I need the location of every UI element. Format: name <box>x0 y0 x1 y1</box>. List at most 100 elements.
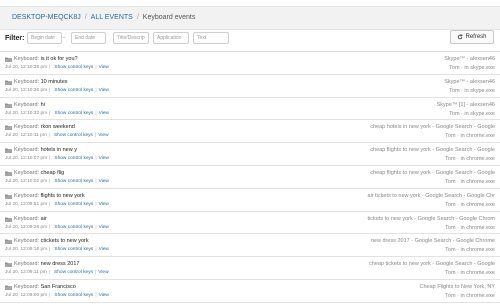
event-meta: Jul 20, 12:10:32 pm | Show control keys | Vi… <box>5 111 109 116</box>
view-link[interactable]: View <box>98 133 108 138</box>
typed-text: cheap flig <box>40 169 65 176</box>
keyboard-prefix: Keyboard: <box>14 56 40 62</box>
meta-separator: | <box>48 270 51 276</box>
keyboard-entry: Keyboard: rkon weekend <box>14 124 75 130</box>
typed-text: is it ok for you? <box>40 56 78 62</box>
event-meta: Jul 20, 12:10:11 pm | Show control keys | Vi… <box>5 133 109 138</box>
show-control-keys-link[interactable]: Show control keys <box>54 156 93 161</box>
typed-text: flights to new york <box>40 192 85 199</box>
show-control-keys-link[interactable]: Show control keys <box>54 202 93 207</box>
event-row: Keyboard: rkon weekend Jul 20, 12:10:11 p… <box>0 120 500 144</box>
show-control-keys-link[interactable]: Show control keys <box>54 225 93 230</box>
event-meta: Jul 20, 12:06:00 pm | Show control keys | Vi… <box>5 293 109 298</box>
keyboard-prefix: Keyboard: <box>14 261 40 268</box>
event-time: Jul 20, 12:10:38 pm <box>5 65 48 70</box>
view-link[interactable]: View <box>99 111 109 116</box>
event-time: Jul 20, 12:10:02 pm <box>5 178 48 184</box>
window-title: Cheap Flights to New York, NY <box>419 283 495 290</box>
show-control-keys-link[interactable]: Show control keys <box>54 179 93 184</box>
process-name: Tom · in chrome.exe <box>445 133 495 140</box>
refresh-icon <box>458 34 464 40</box>
meta-separator: | <box>95 87 97 93</box>
event-list: Keyboard: is it ok for you? Jul 20, 12:10… <box>0 52 500 303</box>
meta-separator: | <box>95 156 97 162</box>
folder-icon <box>5 285 12 290</box>
application-input[interactable] <box>153 32 189 44</box>
view-link[interactable]: View <box>99 65 109 70</box>
date-range-dash: - <box>63 35 65 41</box>
begin-date-input[interactable] <box>27 32 62 44</box>
view-link[interactable]: View <box>99 225 109 230</box>
typed-text: air <box>40 215 47 222</box>
meta-separator: | <box>49 224 51 230</box>
folder-icon <box>5 125 12 131</box>
folder-icon <box>5 57 12 62</box>
event-row: Keyboard: hi Jul 20, 12:10:32 pm | Show con… <box>0 98 500 121</box>
folder-icon <box>5 194 12 199</box>
view-link[interactable]: View <box>99 293 109 298</box>
show-control-keys-link[interactable]: Show control keys <box>54 88 93 93</box>
process-name: Tom · in chrome.exe <box>445 270 495 277</box>
meta-separator: | <box>95 201 97 207</box>
keyboard-prefix: Keyboard: <box>14 192 40 199</box>
refresh-label: Refresh <box>465 34 487 40</box>
meta-separator: | <box>49 201 51 207</box>
event-time: Jul 20, 12:10:32 pm <box>5 110 48 116</box>
end-date-input[interactable] <box>71 32 106 44</box>
process-name: Tom · in chrome.exe <box>445 224 495 231</box>
event-row: Keyboard: San Francisco Jul 20, 12:06:00 … <box>0 280 500 303</box>
show-control-keys-link[interactable]: Show control keys <box>54 133 93 138</box>
view-link[interactable]: View <box>99 88 109 93</box>
keyboard-entry: Keyboard: San Francisco <box>14 284 76 290</box>
event-meta: Jul 20, 12:09:16 pm | Show control keys | Vi… <box>5 247 109 252</box>
meta-separator: | <box>95 65 97 70</box>
text-input[interactable] <box>193 32 229 44</box>
process-name: Tom · in chrome.exe <box>445 292 495 299</box>
view-link[interactable]: View <box>99 202 109 207</box>
view-link[interactable]: View <box>99 247 109 252</box>
show-control-keys-link[interactable]: Show control keys <box>54 247 93 252</box>
keyboard-prefix: Keyboard: <box>14 283 40 290</box>
event-time: Jul 20, 12:09:51 pm <box>5 201 48 207</box>
folder-icon <box>5 148 12 154</box>
view-link[interactable]: View <box>98 270 108 275</box>
typed-text: San Francisco <box>40 283 76 290</box>
process-name: Tom · in chrome.exe <box>445 156 495 163</box>
event-meta: Jul 20, 12:10:38 pm | Show control keys | Vi… <box>5 65 109 70</box>
folder-icon <box>5 239 12 245</box>
breadcrumb-all-events[interactable]: ALL EVENTS <box>91 14 133 21</box>
show-control-keys-link[interactable]: Show control keys <box>54 293 93 298</box>
window-title: cheap tickets to new york - Google Searc… <box>369 261 495 268</box>
process-name: Tom · in skype.exe <box>449 87 495 94</box>
filter-label: Filter: <box>5 35 25 42</box>
title-description-input[interactable] <box>113 32 149 44</box>
breadcrumb-computer[interactable]: DESKTOP-MEQCK8J <box>12 14 81 21</box>
event-meta: Jul 20, 12:09:51 pm | Show control keys | Vi… <box>5 202 109 207</box>
meta-separator: | <box>49 87 51 93</box>
meta-separator: | <box>49 178 51 184</box>
view-link[interactable]: View <box>99 156 109 161</box>
window-title: cheap flights to new york - Google Searc… <box>370 169 495 176</box>
meta-separator: | <box>95 292 97 298</box>
event-row: Keyboard: hotels in new y Jul 20, 12:10:0… <box>0 143 500 166</box>
keyboard-entry: Keyboard: air <box>14 216 47 222</box>
keyboard-entry: Keyboard: new dress 2017 <box>14 261 79 267</box>
refresh-button[interactable]: Refresh <box>450 30 494 44</box>
view-link[interactable]: View <box>99 179 109 184</box>
event-time: Jul 20, 12:09:16 pm <box>5 247 48 253</box>
window-title: cheap flights to new york - Google Searc… <box>370 147 495 154</box>
keyboard-prefix: Keyboard: <box>14 147 40 154</box>
event-row: Keyboard: is it ok for you? Jul 20, 12:10… <box>0 52 500 75</box>
event-row: Keyboard: new dress 2017 Jul 20, 12:09:11… <box>0 257 500 280</box>
show-control-keys-link[interactable]: Show control keys <box>54 270 93 275</box>
breadcrumb-keyboard-events: Keyboard events <box>142 14 196 21</box>
show-control-keys-link[interactable]: Show control keys <box>54 65 93 70</box>
keyboard-entry: Keyboard: hi <box>14 102 45 108</box>
keyboard-entry: Keyboard: ctickets to new york <box>14 238 89 244</box>
breadcrumb-separator: / <box>136 14 139 21</box>
keyboard-entry: Keyboard: hotels in new y <box>14 147 77 153</box>
keyboard-entry: Keyboard: 10 minutes <box>14 79 68 85</box>
process-name: Tom · in chrome.exe <box>445 247 495 254</box>
show-control-keys-link[interactable]: Show control keys <box>54 111 93 116</box>
breadcrumb: DESKTOP-MEQCK8J / ALL EVENTS / Keyboard even… <box>12 7 195 29</box>
